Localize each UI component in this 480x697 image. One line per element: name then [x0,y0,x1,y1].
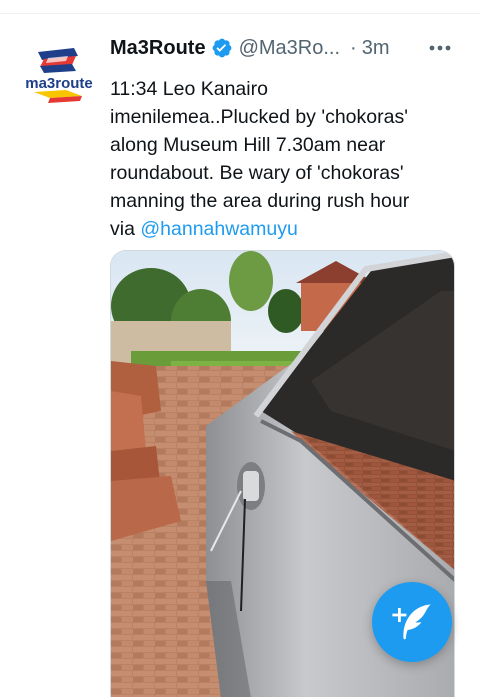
tweet-time[interactable]: 3m [362,37,390,60]
avatar[interactable]: ma3route [22,38,96,112]
ma3route-logo: ma3route [25,48,93,103]
compose-feather-icon [392,604,432,640]
author-name[interactable]: Ma3Route [110,37,206,60]
tweet-text-line: 11:34 Leo Kanairo [110,78,268,100]
tweet-text-line: imenilemea..Plucked by 'chokoras' [110,106,408,128]
mention-link[interactable]: @hannahwamuyu [140,218,297,240]
tweet-header: Ma3Route @Ma3Ro... · 3m [110,34,465,62]
via-text: via [110,218,141,240]
verified-badge-icon [211,37,233,59]
tweet-text-line: roundabout. Be wary of 'chokoras' [110,162,404,184]
more-options-button[interactable] [425,34,455,62]
avatar-text: ma3route [25,75,93,92]
author-handle[interactable]: @Ma3Ro... [239,37,340,60]
tweet-text-line: along Museum Hill 7.30am near [110,134,386,156]
separator-dot: · [350,36,357,59]
compose-tweet-button[interactable] [372,582,452,662]
tweet-text: 11:34 Leo Kanairo imenilemea..Plucked by… [110,75,470,243]
tweet-text-line: manning the area during rush hour [110,190,410,212]
more-dots-icon [429,45,451,51]
tweet-text-line: via @hannahwamuyu [110,215,470,243]
tweet[interactable]: ma3route Ma3Route @Ma3Ro... · 3m 11:34 L… [0,14,480,697]
